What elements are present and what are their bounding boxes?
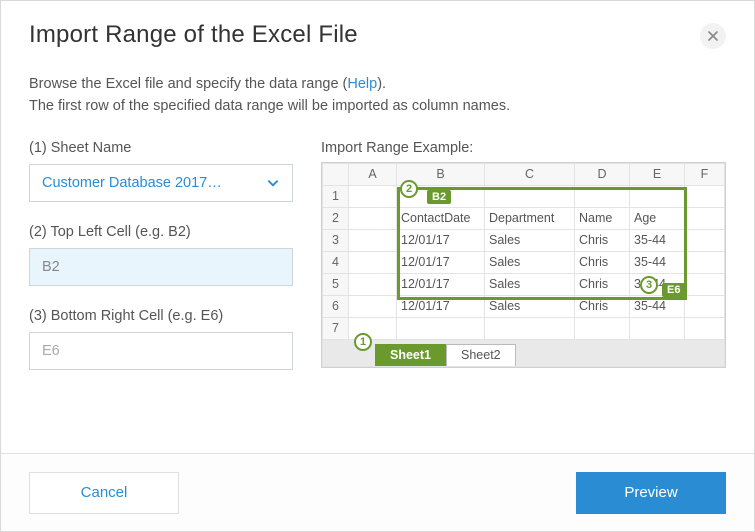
cell — [630, 185, 685, 207]
col-header: E — [630, 163, 685, 185]
cell: Department — [485, 207, 575, 229]
cell: Sales — [485, 295, 575, 317]
cell: Chris — [575, 229, 630, 251]
col-header: D — [575, 163, 630, 185]
col-header: F — [685, 163, 725, 185]
cell: 35-44 — [630, 229, 685, 251]
sheet-name-select[interactable]: Customer Database 2017… — [29, 164, 293, 202]
top-left-cell-input[interactable] — [29, 248, 293, 286]
intro-text: Browse the Excel file and specify the da… — [29, 73, 726, 118]
sheet-tab-inactive[interactable]: Sheet2 — [446, 344, 516, 366]
cell: 12/01/17 — [397, 295, 485, 317]
cell — [349, 317, 397, 339]
row-header: 1 — [323, 185, 349, 207]
cell — [349, 273, 397, 295]
import-range-modal: Import Range of the Excel File Browse th… — [0, 0, 755, 532]
row-header: 6 — [323, 295, 349, 317]
cell: 35-44 — [630, 251, 685, 273]
example-grid: A B C D E F 1 2 ContactDateDepartmentName… — [322, 163, 725, 367]
bottom-right-cell-input[interactable] — [29, 332, 293, 370]
sheet-name-label: (1) Sheet Name — [29, 140, 293, 156]
chevron-down-icon — [266, 176, 280, 190]
cell — [575, 317, 630, 339]
cell: ContactDate — [397, 207, 485, 229]
intro-line1-post: ). — [377, 76, 386, 92]
row-header: 5 — [323, 273, 349, 295]
cell — [397, 185, 485, 207]
sheet-name-value: Customer Database 2017… — [42, 175, 222, 191]
cell — [575, 185, 630, 207]
cell — [630, 317, 685, 339]
cell: Chris — [575, 295, 630, 317]
cell: 12/01/17 — [397, 273, 485, 295]
cell — [685, 229, 725, 251]
col-header: B — [397, 163, 485, 185]
bottom-right-label: (3) Bottom Right Cell (e.g. E6) — [29, 308, 293, 324]
cell — [685, 185, 725, 207]
example-label: Import Range Example: — [321, 140, 726, 156]
cell — [485, 317, 575, 339]
cell — [349, 207, 397, 229]
cell: Name — [575, 207, 630, 229]
sheet-tab-active[interactable]: Sheet1 — [375, 344, 446, 366]
cell — [685, 273, 725, 295]
corner-cell — [323, 163, 349, 185]
col-header: C — [485, 163, 575, 185]
modal-title: Import Range of the Excel File — [29, 21, 358, 49]
intro-line1-pre: Browse the Excel file and specify the da… — [29, 76, 347, 92]
cell — [349, 185, 397, 207]
row-header: 3 — [323, 229, 349, 251]
row-header: 7 — [323, 317, 349, 339]
cancel-button[interactable]: Cancel — [29, 472, 179, 514]
cell — [397, 317, 485, 339]
cell: 12/01/17 — [397, 251, 485, 273]
sheet-tabs: Sheet1 Sheet2 — [327, 340, 720, 366]
cell — [349, 251, 397, 273]
cell — [685, 251, 725, 273]
row-header: 4 — [323, 251, 349, 273]
cell — [349, 229, 397, 251]
top-left-label: (2) Top Left Cell (e.g. B2) — [29, 224, 293, 240]
cell: 12/01/17 — [397, 229, 485, 251]
close-button[interactable] — [700, 23, 726, 49]
cell — [685, 317, 725, 339]
intro-line2: The first row of the specified data rang… — [29, 98, 510, 114]
cell: Sales — [485, 273, 575, 295]
cell: Chris — [575, 273, 630, 295]
cell: Chris — [575, 251, 630, 273]
help-link[interactable]: Help — [347, 76, 377, 92]
modal-header: Import Range of the Excel File — [1, 1, 754, 61]
col-header: A — [349, 163, 397, 185]
modal-body: Browse the Excel file and specify the da… — [1, 61, 754, 453]
sheet-tabs-cell: Sheet1 Sheet2 — [323, 339, 725, 366]
cell: Sales — [485, 251, 575, 273]
cell — [349, 295, 397, 317]
form-column: (1) Sheet Name Customer Database 2017… (… — [29, 140, 293, 392]
example-spreadsheet: A B C D E F 1 2 ContactDateDepartmentName… — [321, 162, 726, 368]
cell: Sales — [485, 229, 575, 251]
cell — [485, 185, 575, 207]
example-column: Import Range Example: A B C D E F — [321, 140, 726, 392]
row-header: 2 — [323, 207, 349, 229]
modal-footer: Cancel Preview — [1, 453, 754, 531]
close-icon — [708, 31, 718, 41]
preview-button[interactable]: Preview — [576, 472, 726, 514]
cell: Age — [630, 207, 685, 229]
cell: 35-44 — [630, 295, 685, 317]
cell: 35-44 — [630, 273, 685, 295]
cell — [685, 295, 725, 317]
cell — [685, 207, 725, 229]
